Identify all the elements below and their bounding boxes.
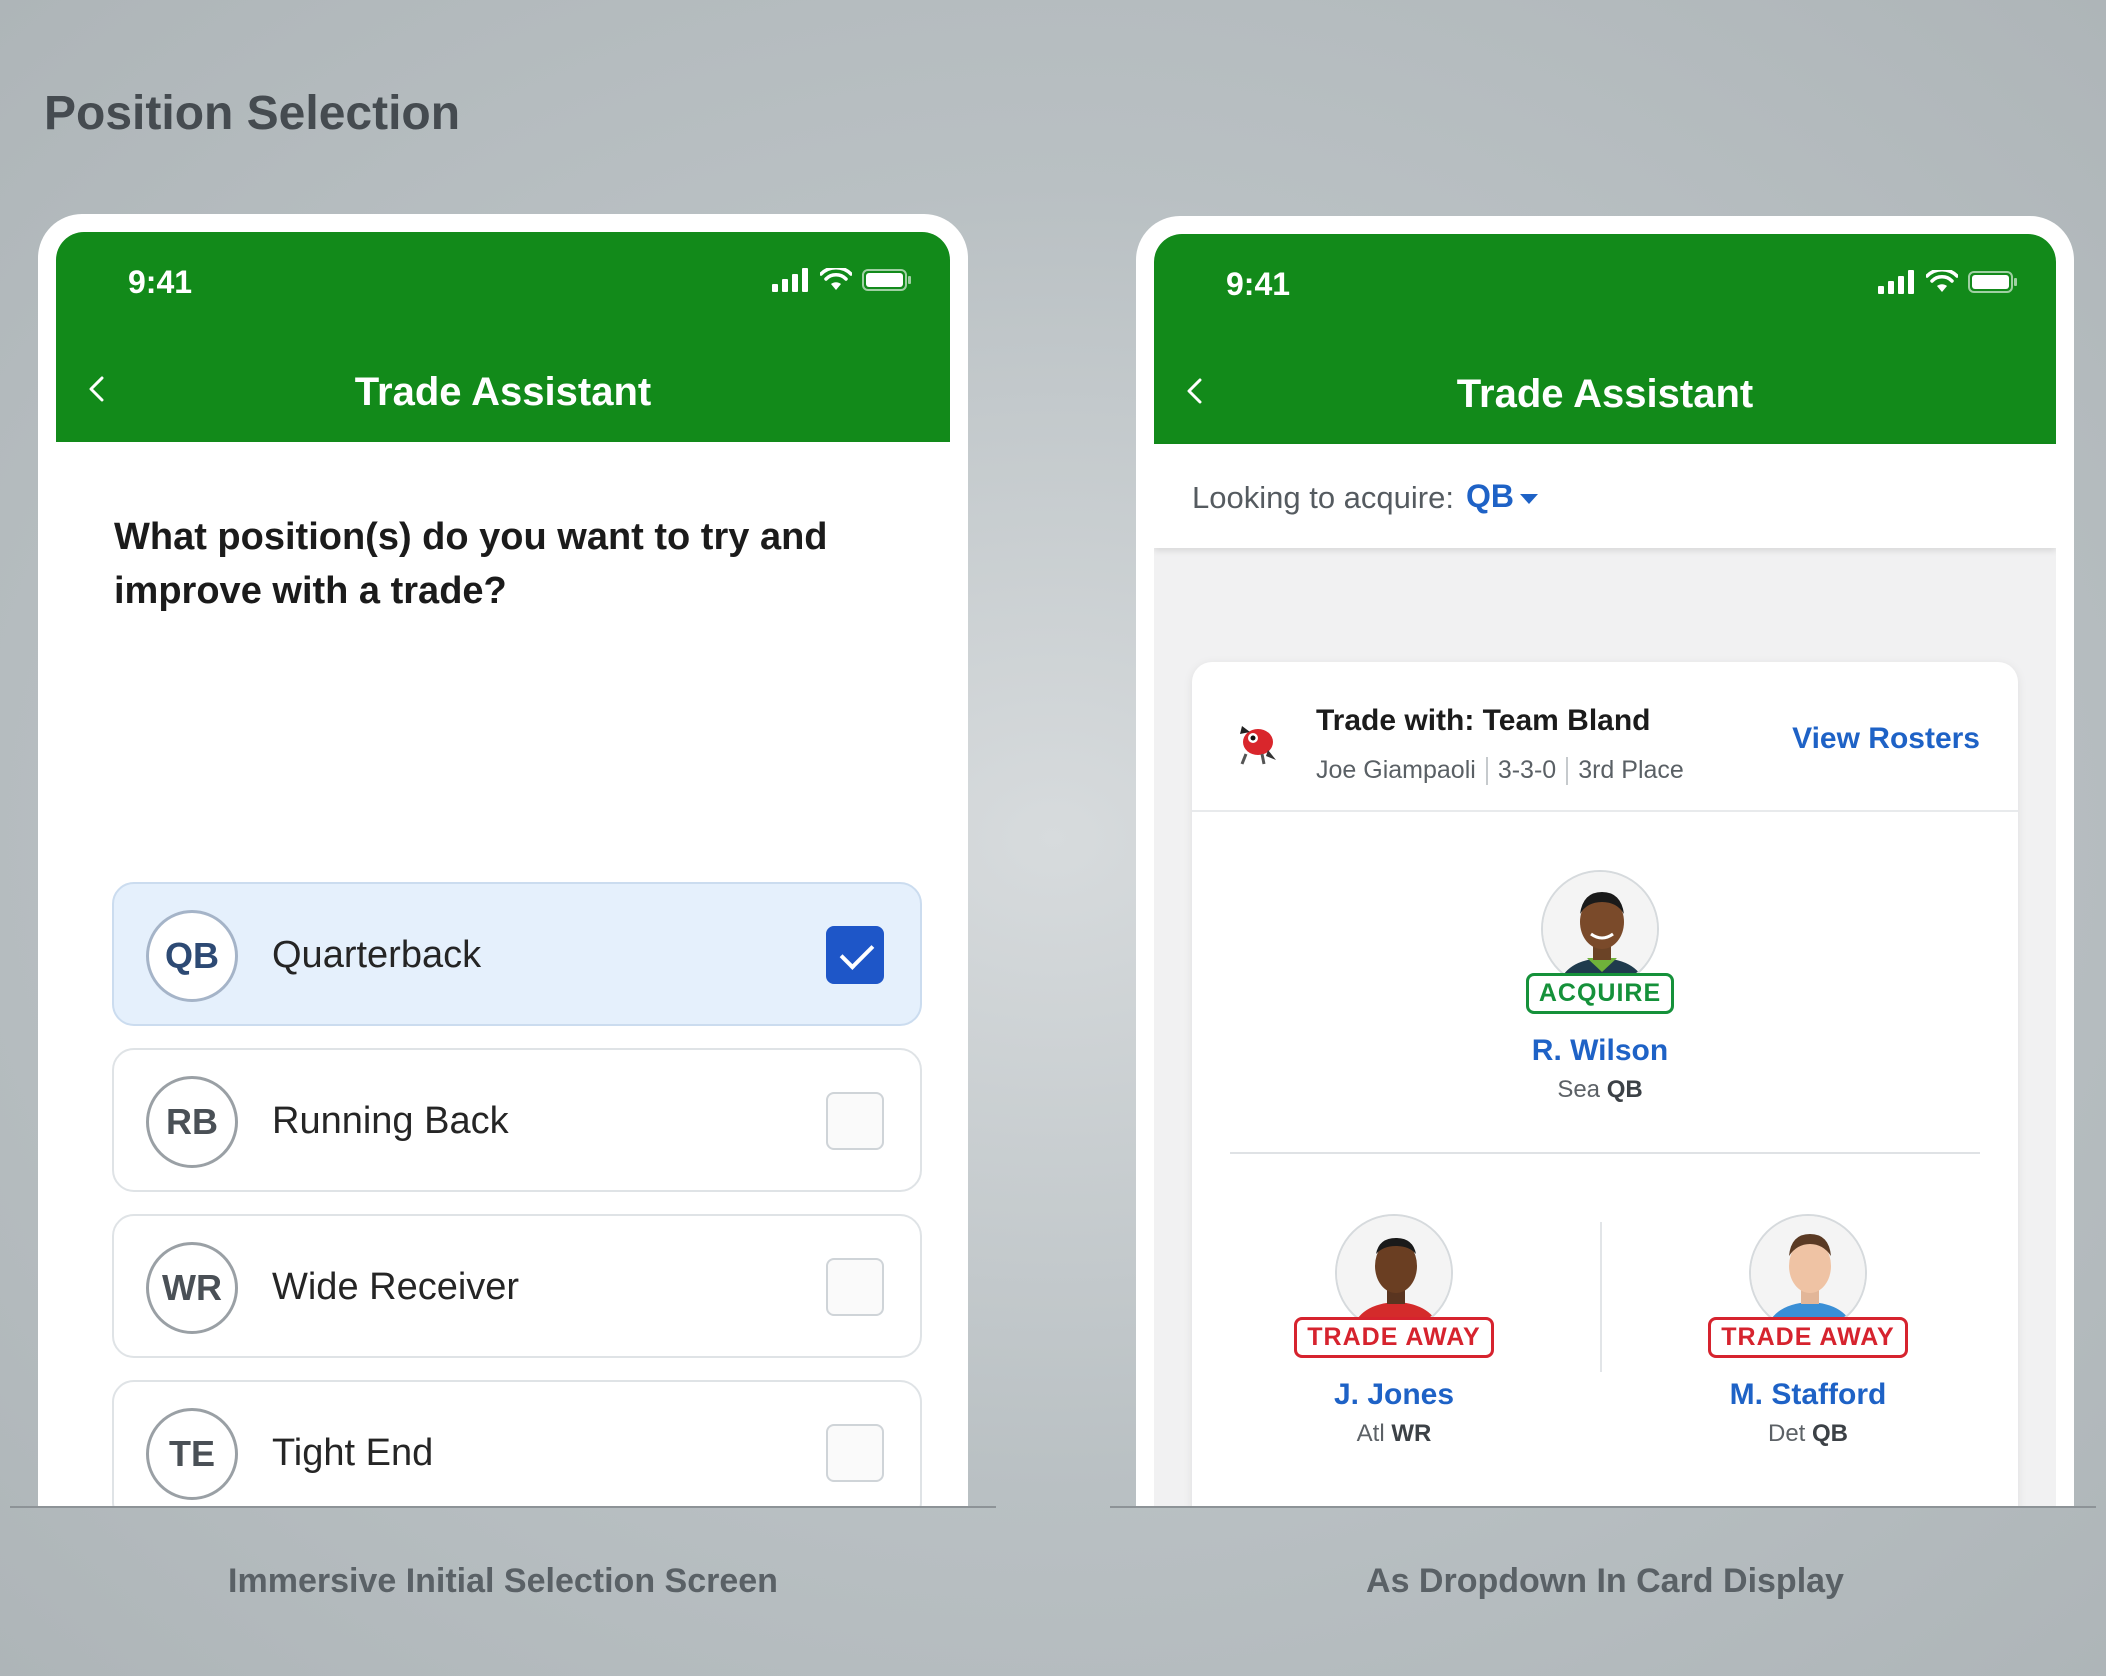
player-photo-icon	[1543, 872, 1657, 986]
floor-line-left	[10, 1506, 996, 1508]
team-record: 3-3-0	[1497, 756, 1557, 784]
phone-left: 9:41 Trade Assistant What position(s) do…	[38, 214, 968, 1506]
floor-line-right	[1110, 1506, 2096, 1508]
player-meta: Sea QB	[1450, 1076, 1750, 1104]
content-area: Trade with: Team Bland Joe Giampaoli 3-3…	[1154, 548, 2056, 1506]
team-meta: Joe Giampaoli 3-3-0 3rd Place	[1316, 756, 1684, 785]
player-name[interactable]: M. Stafford	[1658, 1378, 1958, 1412]
wifi-icon	[1926, 270, 1958, 292]
acquire-bar: Looking to acquire: QB	[1154, 444, 2056, 548]
players-divider	[1600, 1222, 1602, 1372]
option-running-back[interactable]: RB Running Back	[112, 1048, 922, 1192]
wifi-icon	[820, 268, 852, 290]
header-title: Trade Assistant	[1456, 372, 1754, 416]
phone-left-screen: 9:41 Trade Assistant What position(s) do…	[56, 232, 950, 1506]
option-label: Running Back	[272, 1100, 509, 1142]
battery-icon	[862, 269, 911, 291]
signal-icon	[1878, 270, 1914, 294]
option-wide-receiver[interactable]: WR Wide Receiver	[112, 1214, 922, 1358]
player-name[interactable]: J. Jones	[1244, 1378, 1544, 1412]
option-tight-end[interactable]: TE Tight End	[112, 1380, 922, 1506]
option-checkbox[interactable]	[826, 1092, 884, 1150]
team-logo-icon	[1240, 726, 1276, 765]
page-heading: Position Selection	[44, 87, 461, 140]
status-icons	[772, 268, 912, 292]
position-badge: WR	[146, 1242, 238, 1334]
status-time: 9:41	[1226, 266, 1291, 302]
option-checkbox[interactable]	[826, 1258, 884, 1316]
player-team: Sea	[1557, 1076, 1607, 1103]
view-rosters-link[interactable]: View Rosters	[1792, 722, 1980, 756]
player-position: QB	[1812, 1420, 1848, 1447]
header-title: Trade Assistant	[354, 370, 652, 414]
position-dropdown[interactable]: QB	[1466, 478, 1514, 515]
trade-away-player[interactable]: TRADE AWAY M. Stafford Det QB	[1658, 1214, 1958, 1448]
status-time: 9:41	[128, 264, 193, 300]
acquire-label: Looking to acquire:	[1192, 480, 1454, 515]
acquire-tag: ACQUIRE	[1525, 973, 1675, 1014]
option-label: Wide Receiver	[272, 1266, 520, 1308]
question-text: What position(s) do you want to try and …	[114, 516, 828, 612]
signal-icon	[772, 268, 808, 292]
card-header: Trade with: Team Bland Joe Giampaoli 3-3…	[1192, 662, 2018, 812]
player-avatar	[1749, 1214, 1867, 1332]
player-position: WR	[1391, 1420, 1432, 1447]
caption-right: As Dropdown In Card Display	[1366, 1562, 1844, 1600]
player-photo-icon	[1337, 1216, 1451, 1330]
card-divider	[1230, 1152, 1980, 1154]
trade-away-tag: TRADE AWAY	[1708, 1317, 1908, 1358]
player-team: Det	[1767, 1420, 1812, 1447]
player-team: Atl	[1356, 1420, 1392, 1447]
player-avatar	[1541, 870, 1659, 988]
meta-separator	[1566, 756, 1569, 785]
player-avatar	[1335, 1214, 1453, 1332]
phone-right: 9:41 Trade Assistant Looking to acquire:…	[1136, 216, 2074, 1506]
option-checkbox[interactable]	[826, 1424, 884, 1482]
player-position: QB	[1606, 1076, 1643, 1103]
meta-separator	[1485, 756, 1488, 785]
player-meta: Atl WR	[1244, 1420, 1544, 1448]
trade-away-player[interactable]: TRADE AWAY J. Jones Atl WR	[1244, 1214, 1544, 1448]
trade-away-tag: TRADE AWAY	[1294, 1317, 1494, 1358]
option-label: Quarterback	[272, 934, 482, 976]
owner-name: Joe Giampaoli	[1316, 756, 1476, 784]
trade-card: Trade with: Team Bland Joe Giampaoli 3-3…	[1192, 662, 2018, 1506]
option-quarterback[interactable]: QB Quarterback	[112, 882, 922, 1026]
phone-right-screen: 9:41 Trade Assistant Looking to acquire:…	[1154, 234, 2056, 1506]
player-photo-icon	[1751, 1216, 1865, 1330]
player-name[interactable]: R. Wilson	[1450, 1034, 1750, 1068]
option-label: Tight End	[272, 1432, 434, 1474]
position-badge: TE	[146, 1408, 238, 1500]
team-place: 3rd Place	[1578, 756, 1684, 784]
player-meta: Det QB	[1658, 1420, 1958, 1448]
position-badge: RB	[146, 1076, 238, 1168]
option-checkbox[interactable]	[826, 926, 884, 984]
app-header: 9:41 Trade Assistant	[1154, 234, 2056, 444]
status-icons	[1878, 270, 2018, 294]
position-badge: QB	[146, 910, 238, 1002]
app-header: 9:41 Trade Assistant	[56, 232, 950, 442]
caption-left: Immersive Initial Selection Screen	[228, 1562, 778, 1600]
battery-icon	[1968, 271, 2017, 293]
trade-with-title: Trade with: Team Bland	[1316, 704, 1651, 737]
acquire-player[interactable]: ACQUIRE R. Wilson Sea QB	[1450, 870, 1750, 1104]
caret-down-icon[interactable]	[1520, 494, 1538, 504]
